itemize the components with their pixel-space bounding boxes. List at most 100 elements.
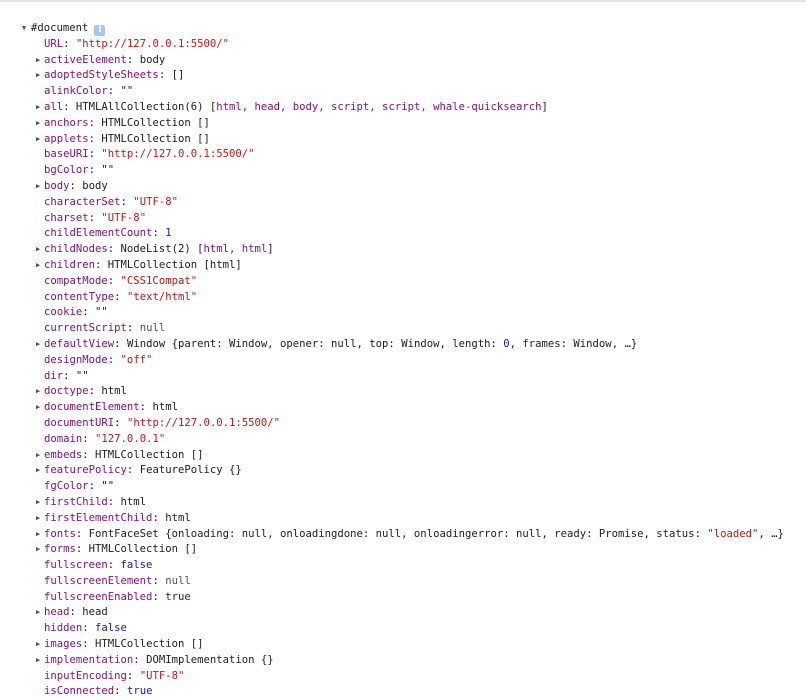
property-row-doctype[interactable]: ▶ doctype: html	[0, 384, 806, 400]
property-separator: :	[95, 258, 108, 271]
property-key: isConnected	[44, 685, 115, 698]
property-key: adoptedStyleSheets	[44, 69, 159, 82]
property-value: "loaded"	[707, 527, 759, 540]
expand-arrow-icon[interactable]: ▶	[36, 463, 43, 479]
property-value: "CSS1Compat"	[120, 274, 198, 287]
property-value: html	[120, 495, 147, 508]
property-separator: :	[75, 543, 89, 556]
expand-arrow-icon[interactable]: ▶	[36, 337, 43, 353]
expand-arrow-icon[interactable]: ▶	[36, 511, 43, 527]
property-key: compatMode	[44, 274, 108, 287]
property-value: FontFaceSet {onloading: null, onloadingd…	[88, 527, 708, 540]
property-key: fonts	[44, 527, 76, 540]
expand-arrow-icon[interactable]: ▶	[36, 116, 43, 132]
expand-arrow-icon[interactable]: ▶	[36, 179, 43, 195]
expand-arrow-icon[interactable]: ▶	[36, 605, 43, 621]
property-row-childNodes[interactable]: ▶ childNodes: NodeList(2) [html, html]	[0, 242, 806, 258]
property-key: doctype	[44, 385, 89, 398]
property-row-forms[interactable]: ▶ forms: HTMLCollection []	[0, 542, 806, 558]
property-separator: :	[88, 480, 102, 493]
property-row-URL: URL: "http://127.0.0.1:5500/"	[0, 37, 806, 53]
property-value: "UTF-8"	[139, 669, 185, 682]
property-separator: :	[126, 322, 140, 335]
property-value: ""	[75, 369, 89, 382]
property-row-anchors[interactable]: ▶ anchors: HTMLCollection []	[0, 116, 806, 132]
property-separator: :	[82, 432, 96, 445]
property-key: all	[44, 100, 64, 113]
property-row-defaultView[interactable]: ▶ defaultView: Window {parent: Window, op…	[0, 337, 806, 353]
property-key: hidden	[44, 622, 83, 635]
property-row-head[interactable]: ▶ head: head	[0, 605, 806, 621]
expand-arrow-icon[interactable]: ▶	[36, 68, 43, 84]
expand-arrow-icon[interactable]: ▶	[36, 542, 43, 558]
property-key: URL	[44, 37, 64, 50]
property-separator: :	[107, 85, 121, 98]
property-key: firstElementChild	[44, 511, 153, 524]
expand-arrow-icon[interactable]: ▶	[36, 653, 43, 669]
property-row-applets[interactable]: ▶ applets: HTMLCollection []	[0, 132, 806, 148]
property-value: true	[165, 590, 191, 603]
property-row-featurePolicy[interactable]: ▶ featurePolicy: FeaturePolicy {}	[0, 463, 806, 479]
property-separator: :	[107, 495, 121, 508]
property-key: bgColor	[44, 164, 89, 177]
expand-arrow-icon[interactable]: ▶	[36, 637, 43, 653]
property-value: []	[171, 69, 185, 82]
root-label: #document	[31, 22, 89, 34]
property-key: charset	[44, 211, 89, 224]
property-key: defaultView	[44, 337, 115, 350]
property-value: "text/html"	[126, 290, 198, 303]
property-row-documentURI: documentURI: "http://127.0.0.1:5500/"	[0, 416, 806, 432]
property-value: Window {parent: Window, opener: null, to…	[126, 337, 504, 350]
property-row-embeds[interactable]: ▶ embeds: HTMLCollection []	[0, 448, 806, 464]
property-key: firstChild	[44, 495, 108, 508]
property-value: FeaturePolicy {}	[139, 464, 242, 477]
tree-root-document[interactable]: ▼ #document i	[0, 21, 806, 37]
expand-arrow-icon[interactable]: ▶	[36, 258, 43, 274]
expand-arrow-icon[interactable]: ▶	[36, 527, 43, 543]
property-key: fullscreenElement	[44, 574, 153, 587]
property-separator: :	[75, 527, 89, 540]
property-separator: :	[107, 559, 121, 572]
property-row-charset: charset: "UTF-8"	[0, 211, 806, 227]
property-value: HTMLCollection []	[95, 448, 204, 461]
object-tree: ▼ #document i URL: "http://127.0.0.1:5500/…	[0, 21, 806, 700]
expand-arrow-icon[interactable]: ▶	[36, 495, 43, 511]
property-key: cookie	[44, 306, 83, 319]
property-row-children[interactable]: ▶ children: HTMLCollection [html]	[0, 258, 806, 274]
property-key: fgColor	[44, 480, 89, 493]
property-separator: :	[63, 100, 76, 113]
property-row-fonts[interactable]: ▶ fonts: FontFaceSet {onloading: null, on…	[0, 527, 806, 543]
property-key: activeElement	[44, 53, 127, 66]
property-value: null	[139, 322, 166, 335]
property-row-bgColor: bgColor: ""	[0, 163, 806, 179]
property-row-documentElement[interactable]: ▶ documentElement: html	[0, 400, 806, 416]
property-value: HTMLAllCollection(6) [	[75, 100, 217, 113]
property-value: html	[101, 385, 127, 398]
property-key: dir	[44, 369, 64, 382]
property-value: body	[139, 53, 166, 66]
property-row-all[interactable]: ▶ all: HTMLAllCollection(6) [html, head, …	[0, 100, 806, 116]
expand-arrow-icon[interactable]: ▶	[36, 53, 43, 69]
property-row-implementation[interactable]: ▶ implementation: DOMImplementation {}	[0, 653, 806, 669]
expand-arrow-icon[interactable]: ▶	[36, 384, 43, 400]
property-separator: :	[114, 416, 127, 429]
property-row-firstElementChild[interactable]: ▶ firstElementChild: html	[0, 511, 806, 527]
expand-arrow-icon[interactable]: ▶	[36, 448, 43, 464]
property-row-images[interactable]: ▶ images: HTMLCollection []	[0, 637, 806, 653]
property-key: documentElement	[44, 401, 140, 414]
expand-arrow-icon[interactable]: ▶	[36, 400, 43, 416]
property-row-activeElement[interactable]: ▶ activeElement: body	[0, 53, 806, 69]
property-separator: :	[126, 53, 140, 66]
expand-arrow-icon[interactable]: ▶	[36, 100, 43, 116]
property-separator: :	[126, 464, 140, 477]
info-icon[interactable]: i	[94, 25, 106, 36]
expand-arrow-icon[interactable]: ▶	[36, 132, 43, 148]
property-row-body[interactable]: ▶ body: body	[0, 179, 806, 195]
property-key: characterSet	[44, 195, 121, 208]
property-row-adoptedStyleSheets[interactable]: ▶ adoptedStyleSheets: []	[0, 68, 806, 84]
property-value: 1	[165, 227, 172, 240]
expand-toggle-icon[interactable]: ▼	[22, 21, 29, 37]
property-row-firstChild[interactable]: ▶ firstChild: html	[0, 495, 806, 511]
expand-arrow-icon[interactable]: ▶	[36, 242, 43, 258]
property-row-currentScript: currentScript: null	[0, 321, 806, 337]
